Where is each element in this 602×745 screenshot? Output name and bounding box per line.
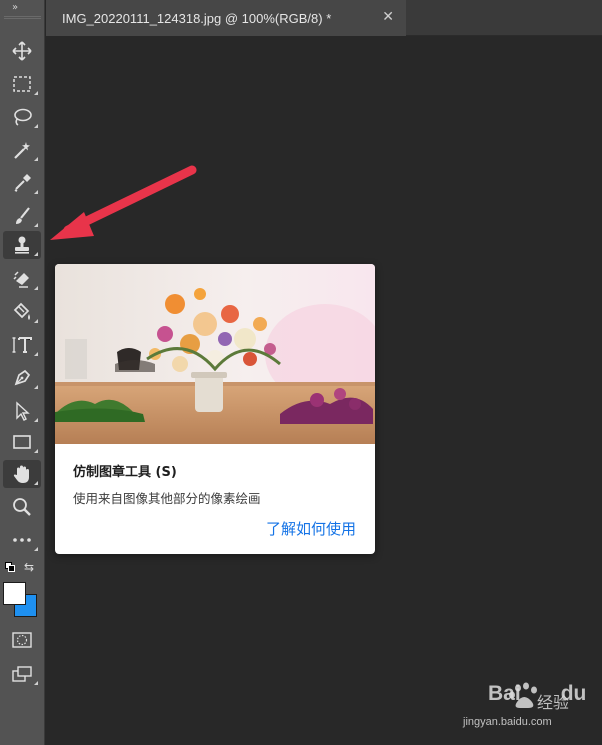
eyedropper-icon — [14, 174, 31, 192]
lasso-icon — [14, 108, 32, 126]
stamp-icon — [15, 236, 29, 254]
document-tab[interactable]: IMG_20220111_124318.jpg @ 100%(RGB/8) * … — [46, 0, 406, 36]
magic-wand-tool[interactable] — [3, 136, 41, 164]
eraser-icon — [13, 271, 29, 288]
screen-mode-button[interactable] — [3, 660, 41, 688]
eyedropper-tool[interactable] — [3, 169, 41, 197]
paint-bucket-icon — [13, 302, 30, 320]
pen-icon — [14, 369, 31, 386]
default-colors-icon[interactable] — [5, 562, 15, 572]
submenu-indicator — [34, 157, 38, 161]
watermark-url: jingyan.baidu.com — [463, 716, 552, 728]
paint-bucket-tool[interactable] — [3, 298, 41, 326]
submenu-indicator — [34, 385, 38, 389]
learn-how-link[interactable]: 了解如何使用 — [266, 518, 356, 539]
move-icon — [12, 41, 32, 61]
screen-mode-icon — [12, 666, 32, 682]
foreground-color-swatch[interactable] — [3, 582, 26, 605]
tools-panel: » ⇆ — [0, 0, 45, 745]
rectangular-marquee-tool[interactable] — [3, 70, 41, 98]
eraser-tool[interactable] — [3, 265, 41, 293]
tooltip-description: 使用来自图像其他部分的像素绘画 — [73, 491, 261, 506]
move-tool[interactable] — [3, 37, 41, 65]
clone-stamp-tool[interactable] — [3, 231, 41, 259]
flower-arrangement-image — [55, 264, 375, 444]
submenu-indicator — [34, 190, 38, 194]
submenu-indicator — [34, 418, 38, 422]
close-icon[interactable]: ✕ — [382, 9, 394, 25]
submenu-indicator — [34, 223, 38, 227]
photoshop-window: » ⇆ IMG_20220111_124318.jpg @ 100%(RGB/8… — [0, 0, 602, 745]
type-icon — [12, 337, 32, 353]
submenu-indicator — [34, 286, 38, 290]
zoom-tool[interactable] — [3, 493, 41, 521]
submenu-indicator — [34, 449, 38, 453]
tooltip-title: 仿制图章工具 (S) — [73, 465, 177, 480]
pen-tool[interactable] — [3, 364, 41, 392]
collapse-panel-icon[interactable]: » — [12, 2, 18, 13]
submenu-indicator — [34, 352, 38, 356]
zoom-icon — [13, 498, 31, 516]
submenu-indicator — [34, 547, 38, 551]
brush-icon — [16, 207, 30, 224]
color-swatches: ⇆ — [0, 560, 45, 620]
brush-tool[interactable] — [3, 202, 41, 230]
hand-icon — [13, 465, 29, 483]
hand-tool[interactable] — [3, 460, 41, 488]
magic-wand-icon — [14, 142, 30, 159]
swap-colors-icon[interactable]: ⇆ — [24, 560, 34, 574]
quick-mask-button[interactable] — [3, 626, 41, 654]
submenu-indicator — [34, 91, 38, 95]
submenu-indicator — [34, 252, 38, 256]
document-tab-bar: IMG_20220111_124318.jpg @ 100%(RGB/8) * … — [46, 0, 602, 36]
rectangle-tool[interactable] — [3, 428, 41, 456]
rectangle-icon — [13, 435, 31, 449]
lasso-tool[interactable] — [3, 103, 41, 131]
path-selection-tool[interactable] — [3, 397, 41, 425]
more-icon — [13, 538, 31, 542]
type-tool[interactable] — [3, 331, 41, 359]
red-annotation-arrow — [50, 165, 197, 240]
panel-grip[interactable] — [4, 16, 41, 19]
submenu-indicator — [34, 124, 38, 128]
quick-mask-icon — [12, 632, 32, 648]
submenu-indicator — [34, 319, 38, 323]
selection-arrow-icon — [16, 401, 30, 421]
document-tab-title: IMG_20220111_124318.jpg @ 100%(RGB/8) * — [62, 10, 332, 26]
submenu-indicator — [34, 481, 38, 485]
submenu-indicator — [34, 681, 38, 685]
watermark-product: 经验 — [537, 693, 570, 712]
marquee-icon — [13, 76, 31, 92]
rich-tooltip: 仿制图章工具 (S) 使用来自图像其他部分的像素绘画 了解如何使用 — [55, 264, 375, 554]
more-tools[interactable] — [3, 526, 41, 554]
